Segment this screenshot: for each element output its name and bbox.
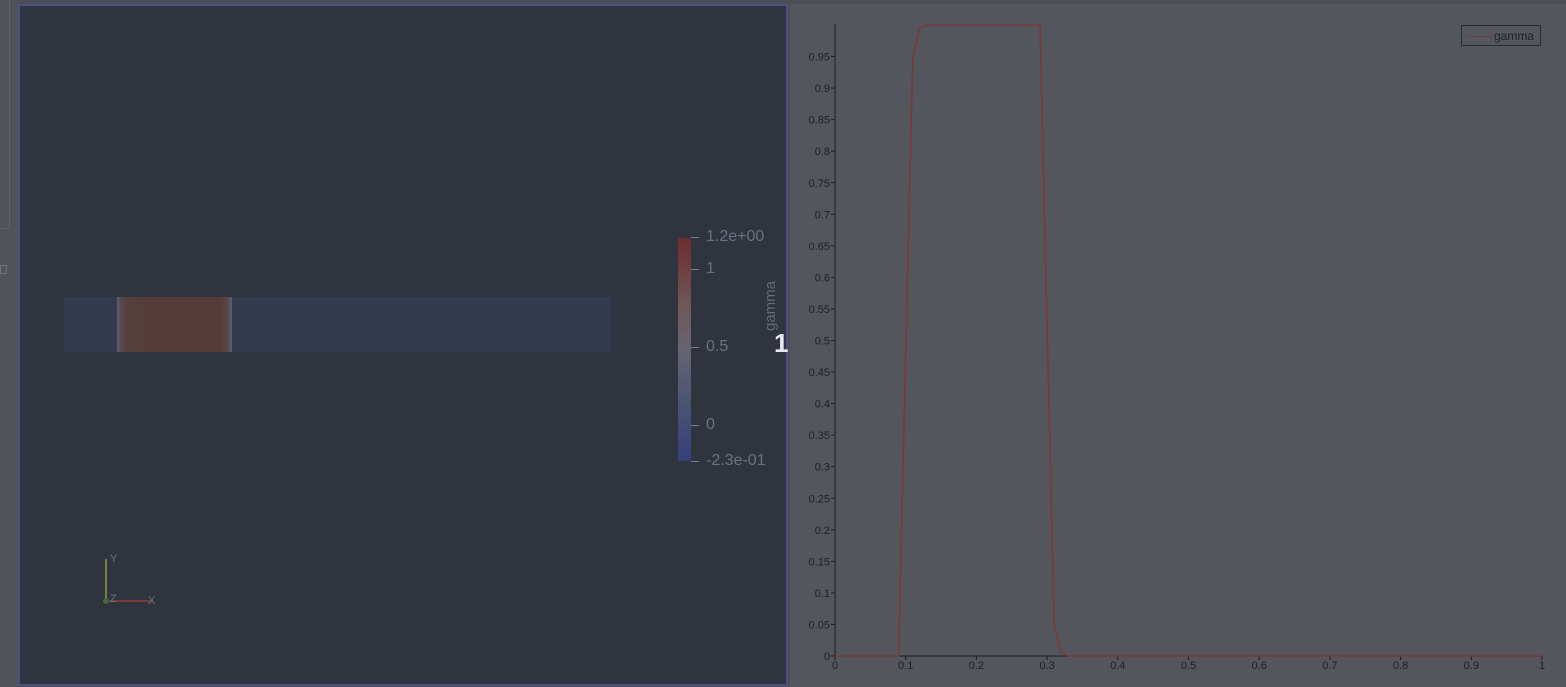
scalar-bar	[678, 238, 691, 461]
y-tick-label: 0.95	[809, 52, 830, 64]
x-tick-label: 0.3	[1039, 660, 1054, 672]
y-tick-label: 0	[824, 651, 830, 663]
view-number: 1	[774, 328, 789, 358]
left-panel-edge	[0, 0, 18, 687]
render-view-3d[interactable]: 1.2e+00 1 0.5 0 -2.3e-01 gamma 1 Y Z X	[18, 4, 788, 686]
scalar-bar-tick	[691, 237, 699, 238]
gamma-band	[117, 297, 232, 352]
y-tick-label: 0.85	[809, 115, 830, 127]
orientation-axes: Y Z X	[80, 551, 180, 611]
y-tick-label: 0.35	[809, 430, 830, 442]
y-tick-label: 0.9	[815, 83, 830, 95]
legend-swatch	[1468, 36, 1492, 37]
line-chart: 0 0.05 0.1 0.15 0.2 0.25 0.3 0.35 0.4 0.45 0.5 0.55…	[809, 24, 1545, 672]
axis-z-label: Z	[110, 593, 117, 605]
y-tick-label: 0.5	[815, 336, 830, 348]
x-tick-label: 0.6	[1252, 660, 1267, 672]
x-tick-label: 0.7	[1322, 660, 1337, 672]
x-tick-label: 0.1	[898, 660, 913, 672]
paraview-window: 1.2e+00 1 0.5 0 -2.3e-01 gamma 1 Y Z X 0…	[0, 0, 1566, 687]
scalar-bar-tick	[691, 269, 699, 270]
chart-legend: gamma	[1461, 25, 1541, 46]
x-tick-label: 1	[1539, 660, 1545, 672]
scalar-bar-min-label: -2.3e-01	[706, 452, 766, 469]
scalar-bar-tick	[691, 425, 699, 426]
y-tick-label: 0.1	[815, 588, 830, 600]
y-tick-label: 0.4	[815, 399, 830, 411]
y-tick-label: 0.65	[809, 241, 830, 253]
scalar-bar-label: 0	[706, 416, 715, 433]
x-tick-label: 0.2	[969, 660, 984, 672]
y-tick-label: 0.6	[815, 272, 830, 284]
axis-y-label: Y	[110, 553, 118, 565]
y-tick-label: 0.8	[815, 146, 830, 158]
x-tick-label: 0.4	[1110, 660, 1125, 672]
x-tick-label: 0.9	[1464, 660, 1479, 672]
y-tick-label: 0.75	[809, 178, 830, 190]
scalar-bar-label: 1	[706, 260, 715, 277]
y-tick-label: 0.45	[809, 367, 830, 379]
y-tick-label: 0.15	[809, 556, 830, 568]
y-tick-label: 0.25	[809, 493, 830, 505]
panel-border	[0, 0, 10, 229]
y-tick-label: 0.55	[809, 304, 830, 316]
scalar-bar-max-label: 1.2e+00	[706, 228, 765, 245]
scalar-bar-tick	[691, 347, 699, 348]
y-tick-label: 0.3	[815, 462, 830, 474]
series-line-gamma	[835, 24, 1542, 657]
line-chart-view[interactable]: 0 0.05 0.1 0.15 0.2 0.25 0.3 0.35 0.4 0.45 0.5 0.55…	[790, 4, 1566, 687]
y-tick-label: 0.05	[809, 619, 830, 631]
scalar-bar-tick	[691, 461, 699, 462]
legend-label: gamma	[1494, 29, 1535, 43]
x-tick-label: 0.5	[1181, 660, 1196, 672]
x-tick-label: 0.8	[1393, 660, 1408, 672]
scalar-bar-title: gamma	[762, 280, 779, 331]
mesh-geometry	[64, 297, 611, 352]
y-tick-label: 0.2	[815, 525, 830, 537]
x-tick-label: 0	[832, 660, 838, 672]
close-panel-icon[interactable]	[0, 265, 7, 274]
y-tick-label: 0.7	[815, 209, 830, 221]
scalar-bar-label: 0.5	[706, 338, 729, 355]
axis-x-label: X	[148, 595, 156, 607]
orientation-axes-icon	[103, 559, 152, 604]
